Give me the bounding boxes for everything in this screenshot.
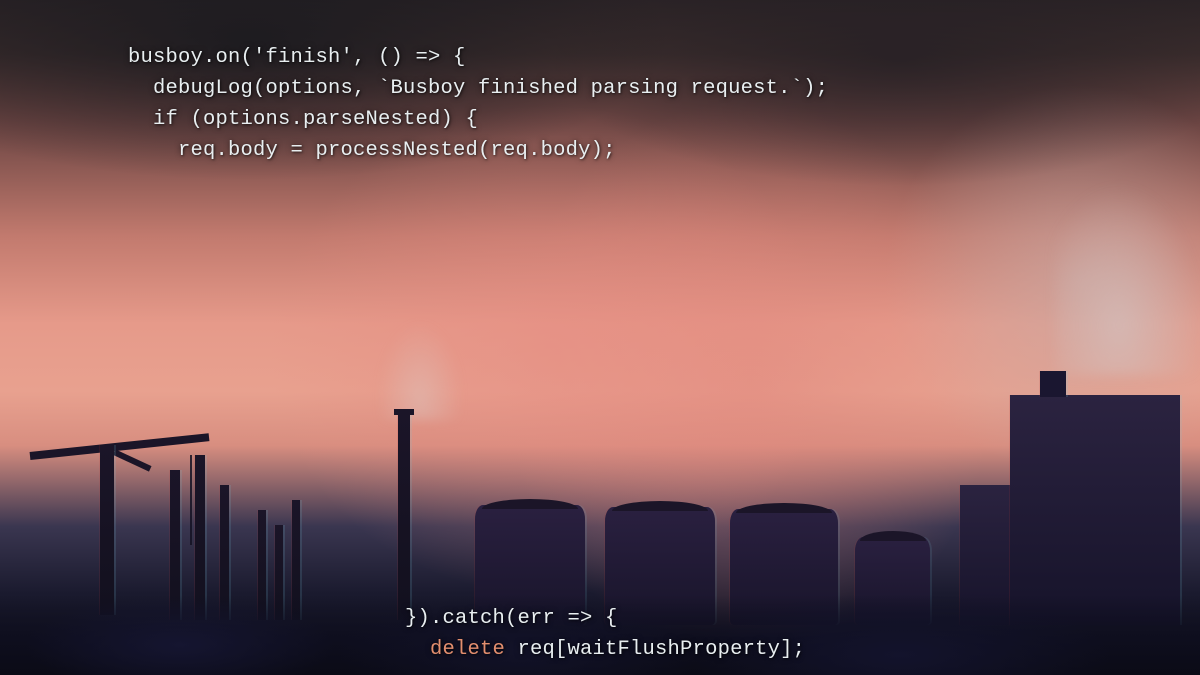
smoke-plume-small — [380, 280, 460, 420]
code-line: delete req[waitFlushProperty]; — [405, 638, 805, 661]
code-line: if (options.parseNested) { — [128, 108, 478, 131]
keyword-delete: delete — [430, 638, 505, 661]
code-line: req.body = processNested(req.body); — [128, 139, 616, 162]
code-line: }).catch(err => { — [405, 607, 618, 630]
smoke-plume — [1055, 125, 1200, 375]
code-overlay-bottom: }).catch(err => { delete req[waitFlushPr… — [405, 572, 805, 665]
code-text: req[waitFlushProperty]; — [505, 638, 805, 661]
code-overlay-top: busboy.on('finish', () => { debugLog(opt… — [128, 11, 828, 166]
code-line: debugLog(options, `Busboy finished parsi… — [128, 77, 828, 100]
code-line: busboy.on('finish', () => { — [128, 46, 466, 69]
